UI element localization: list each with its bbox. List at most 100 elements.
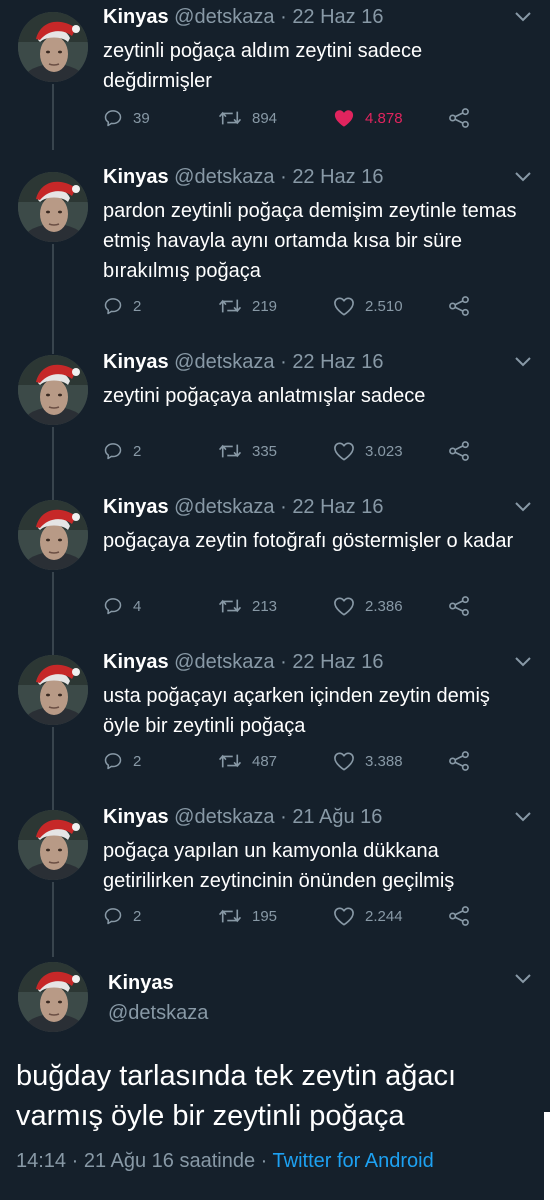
handle[interactable]: @detskaza [174, 6, 274, 28]
tweet-date[interactable]: 21 Ağu 16 [292, 806, 382, 828]
main-handle[interactable]: @detskaza [108, 1002, 208, 1025]
tweet-source-link[interactable]: Twitter for Android [273, 1150, 434, 1172]
display-name[interactable]: Kinyas [103, 166, 169, 188]
tweet-actions: 2 219 2.510 [103, 296, 483, 320]
reply-button[interactable]: 39 [103, 108, 150, 128]
avatar[interactable] [18, 810, 88, 880]
retweet-button[interactable]: 335 [218, 441, 277, 461]
display-name[interactable]: Kinyas [103, 351, 169, 373]
reply-icon [103, 596, 123, 616]
avatar[interactable] [18, 655, 88, 725]
chevron-down-icon[interactable] [514, 655, 532, 673]
retweet-icon [218, 906, 242, 926]
separator: · [280, 6, 287, 28]
display-name[interactable]: Kinyas [103, 806, 169, 828]
display-name[interactable]: Kinyas [103, 651, 169, 673]
reply-icon [103, 108, 123, 128]
heart-icon [333, 441, 355, 461]
main-display-name[interactable]: Kinyas [108, 972, 174, 995]
tweet-date[interactable]: 22 Haz 16 [292, 166, 383, 188]
chevron-down-icon[interactable] [514, 10, 532, 28]
tweet-date[interactable]: 22 Haz 16 [292, 6, 383, 28]
like-button[interactable]: 2.244 [333, 906, 403, 926]
display-name[interactable]: Kinyas [103, 6, 169, 28]
share-icon [448, 751, 470, 771]
handle[interactable]: @detskaza [174, 166, 274, 188]
share-button[interactable] [448, 296, 470, 316]
share-icon [448, 906, 470, 926]
retweet-button[interactable]: 894 [218, 108, 277, 128]
tweet-date[interactable]: 22 Haz 16 [292, 496, 383, 518]
share-button[interactable] [448, 441, 470, 461]
retweet-count: 335 [252, 442, 278, 460]
avatar[interactable] [18, 172, 88, 242]
retweet-icon [218, 751, 242, 771]
heart-filled-icon [333, 108, 355, 128]
share-button[interactable] [448, 751, 470, 771]
retweet-icon [218, 596, 242, 616]
tweet-4[interactable]: Kinyas @detskaza · 22 Haz 16 poğaçaya ze… [0, 490, 550, 655]
share-button[interactable] [448, 906, 470, 926]
chevron-down-icon[interactable] [514, 170, 532, 188]
retweet-count: 894 [252, 109, 278, 127]
thread-line [52, 244, 54, 354]
like-button[interactable]: 2.386 [333, 596, 403, 616]
retweet-button[interactable]: 213 [218, 596, 277, 616]
retweet-button[interactable]: 195 [218, 906, 277, 926]
tweet-actions: 2 195 2.244 [103, 906, 483, 930]
tweet-5[interactable]: Kinyas @detskaza · 22 Haz 16 usta poğaça… [0, 645, 550, 810]
like-count: 2.510 [365, 297, 403, 315]
tweet-header: Kinyas @detskaza · 22 Haz 16 [103, 351, 383, 374]
main-avatar[interactable] [18, 962, 88, 1032]
tweet-text: zeytinli poğaça aldım zeytini sadece değ… [103, 40, 423, 92]
like-button[interactable]: 2.510 [333, 296, 403, 316]
like-button[interactable]: 4.878 [333, 108, 403, 128]
tweet-text: poğaçaya zeytin fotoğrafı göstermişler o… [103, 530, 514, 552]
tweet-header: Kinyas @detskaza · 22 Haz 16 [103, 166, 383, 189]
like-count: 3.388 [365, 752, 403, 770]
reply-icon [103, 906, 123, 926]
reply-button[interactable]: 4 [103, 596, 141, 616]
reply-icon [103, 441, 123, 461]
reply-button[interactable]: 2 [103, 296, 141, 316]
chevron-down-icon[interactable] [514, 972, 532, 990]
retweet-button[interactable]: 487 [218, 751, 277, 771]
retweet-count: 487 [252, 752, 278, 770]
thread-line [52, 572, 54, 655]
share-button[interactable] [448, 596, 470, 616]
handle[interactable]: @detskaza [174, 496, 274, 518]
handle[interactable]: @detskaza [174, 351, 274, 373]
display-name[interactable]: Kinyas [103, 496, 169, 518]
like-button[interactable]: 3.023 [333, 441, 403, 461]
reply-button[interactable]: 2 [103, 906, 141, 926]
scrollbar[interactable] [544, 1112, 550, 1200]
retweet-count: 219 [252, 297, 278, 315]
retweet-button[interactable]: 219 [218, 296, 277, 316]
avatar[interactable] [18, 12, 88, 82]
chevron-down-icon[interactable] [514, 355, 532, 373]
share-button[interactable] [448, 108, 470, 128]
tweet-1[interactable]: Kinyas @detskaza · 22 Haz 16 zeytinli po… [0, 0, 550, 150]
separator: · [280, 351, 287, 373]
avatar[interactable] [18, 500, 88, 570]
like-count: 4.878 [365, 109, 403, 127]
thread-line [52, 882, 54, 957]
tweet-3[interactable]: Kinyas @detskaza · 22 Haz 16 zeytini poğ… [0, 345, 550, 500]
avatar[interactable] [18, 355, 88, 425]
tweet-2[interactable]: Kinyas @detskaza · 22 Haz 16 pardon zeyt… [0, 160, 550, 354]
tweet-date[interactable]: 22 Haz 16 [292, 351, 383, 373]
reply-icon [103, 296, 123, 316]
reply-button[interactable]: 2 [103, 441, 141, 461]
tweet-6[interactable]: Kinyas @detskaza · 21 Ağu 16 poğaça yapı… [0, 800, 550, 957]
tweet-date[interactable]: 22 Haz 16 [292, 651, 383, 673]
chevron-down-icon[interactable] [514, 500, 532, 518]
like-button[interactable]: 3.388 [333, 751, 403, 771]
reply-icon [103, 751, 123, 771]
handle[interactable]: @detskaza [174, 651, 274, 673]
separator: · [280, 496, 287, 518]
chevron-down-icon[interactable] [514, 810, 532, 828]
reply-button[interactable]: 2 [103, 751, 141, 771]
tweet-actions: 4 213 2.386 [103, 596, 483, 620]
handle[interactable]: @detskaza [174, 806, 274, 828]
retweet-count: 213 [252, 597, 278, 615]
